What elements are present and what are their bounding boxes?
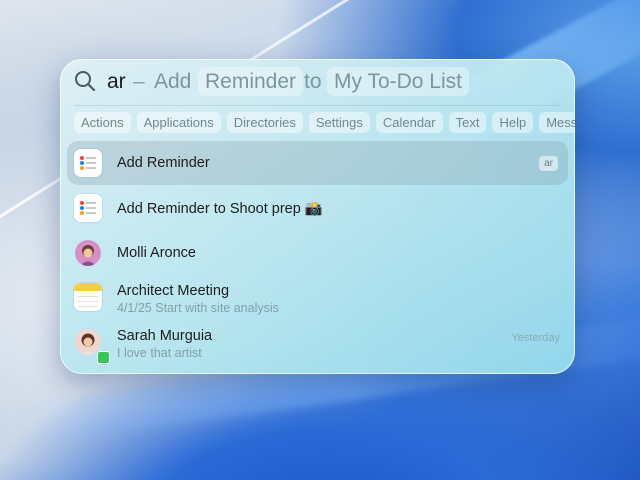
notes-icon — [74, 283, 102, 311]
result-add-reminder-shoot-prep[interactable]: Add Reminder to Shoot prep 📸 — [67, 186, 568, 230]
filter-chips-bar: Actions Applications Directories Setting… — [74, 112, 575, 134]
search-divider — [74, 105, 561, 106]
result-note-architect-meeting[interactable]: Architect Meeting 4/1/25 Start with site… — [67, 277, 568, 317]
result-title: Sarah Murguia — [117, 328, 213, 344]
reminders-icon — [74, 149, 102, 177]
search-separator: – — [133, 70, 145, 93]
connector-word: to — [304, 70, 322, 93]
result-title: Add Reminder to Shoot prep 📸 — [117, 201, 323, 217]
filter-chip-help[interactable]: Help — [492, 112, 534, 133]
messages-app-badge-icon — [97, 351, 110, 364]
result-timestamp: Yesterday — [511, 332, 560, 344]
filter-chip-directories[interactable]: Directories — [226, 112, 303, 133]
reminder-parameter-token[interactable]: Reminder — [198, 67, 304, 96]
filter-chip-settings[interactable]: Settings — [308, 112, 370, 133]
result-contact-molli-aronce[interactable]: Molli Aronce — [67, 231, 568, 275]
result-message-sarah-murguia[interactable]: Sarah Murguia I love that artist Yesterd… — [67, 323, 568, 364]
reminders-icon — [74, 194, 102, 222]
filter-chip-messages[interactable]: Messag — [539, 112, 575, 133]
filter-chip-applications[interactable]: Applications — [136, 112, 221, 133]
result-add-reminder[interactable]: Add Reminder ar — [67, 141, 568, 185]
search-field[interactable]: ar – Add Reminder to My To-Do List — [60, 59, 575, 105]
result-subtitle: I love that artist — [117, 346, 202, 360]
filter-chip-text[interactable]: Text — [448, 112, 487, 133]
desktop-wallpaper: ar – Add Reminder to My To-Do List Actio… — [0, 0, 640, 480]
filter-chip-actions[interactable]: Actions — [74, 112, 131, 133]
result-title: Add Reminder — [117, 155, 210, 171]
search-icon — [75, 71, 96, 92]
messages-avatar-icon — [75, 329, 110, 364]
spotlight-panel: ar – Add Reminder to My To-Do List Actio… — [60, 59, 575, 374]
list-parameter-token[interactable]: My To-Do List — [327, 67, 469, 96]
filter-chip-calendar[interactable]: Calendar — [375, 112, 443, 133]
shortcut-badge: ar — [539, 156, 558, 171]
action-word: Add — [154, 70, 192, 93]
result-title: Molli Aronce — [117, 245, 196, 261]
result-subtitle: 4/1/25 Start with site analysis — [117, 301, 279, 315]
contact-avatar-icon — [75, 240, 103, 268]
search-query-text[interactable]: ar — [107, 70, 126, 94]
result-title: Architect Meeting — [117, 283, 230, 299]
